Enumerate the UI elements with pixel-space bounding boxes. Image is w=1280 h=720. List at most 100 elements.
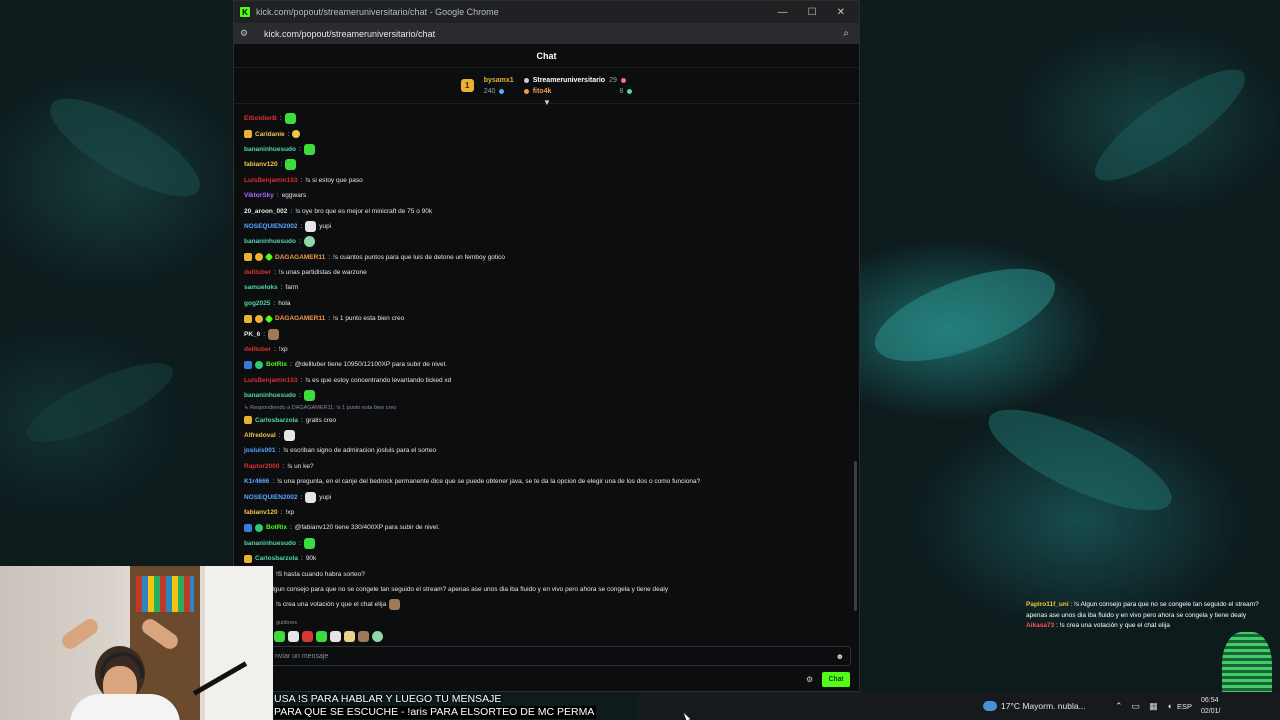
url-text[interactable]: kick.com/popout/streameruniversitario/ch… — [264, 29, 843, 39]
search-icon[interactable]: ⌕ — [843, 28, 849, 39]
webcam-window — [205, 566, 273, 720]
chat-scrollbar[interactable] — [854, 461, 857, 611]
volume-icon[interactable]: ◖ — [1167, 701, 1172, 712]
emote-icon — [285, 159, 297, 171]
chat-message-text: @fabianv120 tiene 330/400XP para subir d… — [294, 524, 440, 532]
leader-third-name[interactable]: fito4k — [533, 88, 552, 95]
clock[interactable]: 06:54 02/01/ — [1201, 695, 1220, 717]
webcam-overlay — [0, 566, 273, 720]
user-icon — [523, 77, 529, 83]
chat-message: ElSoldierB: — [244, 111, 854, 126]
chat-username[interactable]: LuisBenjamin103 — [244, 177, 297, 184]
chat-message-text: !s cuantos puntos para que luis de deton… — [333, 253, 506, 261]
emote-button[interactable] — [330, 631, 341, 642]
chat-username[interactable]: bananinhuesudo — [244, 392, 296, 399]
chat-messages[interactable]: ElSoldierB: Caridanie: bananinhuesudo: fabi… — [234, 105, 854, 645]
chat-message-text: !s 1 punto esta bien creo — [333, 315, 405, 323]
colon-separator: : — [282, 462, 285, 470]
chat-username[interactable]: DAGAGAMER11 — [275, 315, 325, 322]
emote-button[interactable] — [274, 631, 285, 642]
colon-separator: : — [301, 416, 303, 424]
leader-second-name[interactable]: Streameruniversitario — [533, 77, 605, 84]
emote-icon — [268, 328, 280, 340]
stream-overlay-text: USA !S PARA HABLAR Y LUEGO TU MENSAJE PA… — [274, 693, 597, 719]
chat-username[interactable]: BotRix — [266, 361, 287, 368]
emote-button[interactable] — [288, 631, 299, 642]
chat-username[interactable]: gog2025 — [244, 300, 270, 307]
chevron-up-icon[interactable]: ⌃ — [1115, 701, 1123, 712]
badge-icon — [244, 253, 252, 262]
emote-button[interactable] — [372, 631, 383, 642]
colon-separator: : — [272, 478, 275, 486]
chat-username[interactable]: bananinhuesudo — [244, 238, 296, 245]
chat-username[interactable]: dellluber — [244, 346, 271, 353]
chat-message: BotRix: @fabianv120 tiene 330/400XP para … — [244, 520, 854, 535]
chat-username[interactable]: bananinhuesudo — [244, 146, 296, 153]
colon-separator: : — [263, 330, 266, 338]
chat-username[interactable]: 20_aroon_002 — [244, 208, 287, 215]
minimize-button[interactable]: — — [778, 7, 788, 18]
site-settings-icon[interactable]: ⚙ — [240, 28, 252, 39]
chat-username[interactable]: fabianv120 — [244, 161, 278, 168]
chat-username[interactable]: fabianv120 — [244, 509, 278, 516]
emote-button[interactable] — [316, 631, 327, 642]
chat-message: bananinhuesudo: — [244, 142, 854, 157]
emoji-picker-icon[interactable]: ☻ — [836, 652, 844, 661]
chat-username[interactable]: ElSoldierB — [244, 115, 277, 122]
emote-icon — [284, 113, 296, 125]
emote-button[interactable] — [358, 631, 369, 642]
chat-username[interactable]: Carlosbarzola — [255, 555, 298, 562]
chat-username[interactable]: ViktorSky — [244, 192, 274, 199]
chat-username[interactable]: Alfredoval — [244, 432, 276, 439]
chat-username[interactable]: LuisBenjamin103 — [244, 377, 297, 384]
chat-message: DAGAGAMER11: !s cuantos puntos para que l… — [244, 250, 854, 265]
chat-settings-icon[interactable]: ⚙ — [806, 675, 813, 684]
chat-message-text: !xp — [278, 346, 288, 354]
followers-label: guidores — [276, 620, 298, 626]
send-chat-button[interactable]: Chat — [822, 672, 850, 687]
emote-icon — [305, 220, 317, 232]
chat-message: Caridanie: — [244, 126, 854, 141]
chat-message: bananinhuesudo: — [244, 234, 854, 249]
chat-message-text: yupi — [319, 493, 332, 501]
chat-username[interactable]: dellluber — [244, 269, 271, 276]
chat-username[interactable]: Raptor2000 — [244, 463, 279, 470]
chat-username[interactable]: josluis001 — [244, 447, 275, 454]
display-icon[interactable]: ▭ — [1132, 701, 1141, 712]
chat-username[interactable]: DAGAGAMER11 — [275, 254, 325, 261]
chat-username[interactable]: BotRix — [266, 524, 287, 531]
chat-username[interactable]: NOSEQUIEN2002 — [244, 494, 297, 501]
chat-message: Carlosbarzola:90k — [244, 551, 854, 566]
colon-separator: : — [273, 299, 276, 307]
chat-username[interactable]: NOSEQUIEN2002 — [244, 223, 297, 230]
window-titlebar[interactable]: K kick.com/popout/streameruniversitario/… — [234, 1, 859, 23]
chat-message-text: !s unas partidistas de warzone — [278, 269, 367, 277]
leader-first-name[interactable]: bysamx1 — [484, 77, 514, 84]
chat-username[interactable]: Caridanie — [255, 131, 285, 138]
chat-username[interactable]: bananinhuesudo — [244, 540, 296, 547]
browser-window: K kick.com/popout/streameruniversitario/… — [233, 0, 860, 692]
chat-username[interactable]: K1r4666 — [244, 478, 269, 485]
address-bar[interactable]: ⚙ kick.com/popout/streameruniversitario/… — [234, 23, 859, 44]
weather-widget[interactable]: 17°C Mayorm. nubla... — [983, 701, 1086, 711]
network-icon[interactable]: ▦ — [1149, 701, 1158, 712]
chat-username[interactable]: samueloks — [244, 284, 278, 291]
system-tray: ⌃ ▭ ▦ ◖ — [1115, 701, 1172, 712]
chat-message-text: gratis creo — [305, 416, 337, 424]
chat-message-text: !s un ke? — [287, 462, 314, 470]
emote-button[interactable] — [302, 631, 313, 642]
language-indicator[interactable]: ESP — [1177, 702, 1192, 711]
chat-message: bananinhuesudo: — [244, 536, 854, 551]
badge-icon — [264, 314, 274, 324]
emote-button[interactable] — [344, 631, 355, 642]
colon-separator: : — [289, 524, 292, 532]
emote-icon — [292, 130, 301, 139]
chat-username[interactable]: PK_6 — [244, 331, 260, 338]
colon-separator: : — [300, 222, 303, 230]
chat-username[interactable]: Carlosbarzola — [255, 417, 298, 424]
maximize-button[interactable]: ☐ — [808, 7, 817, 18]
chat-message-input[interactable]: nviar un mensaje ☻ — [242, 646, 851, 666]
close-button[interactable]: ✕ — [837, 7, 845, 18]
reply-context[interactable]: ↳ Respondiendo a DAGAGAMER11: !s 1 punto… — [244, 403, 854, 412]
chat-message: DAGAGAMER11: !s 1 punto esta bien creo — [244, 311, 854, 326]
